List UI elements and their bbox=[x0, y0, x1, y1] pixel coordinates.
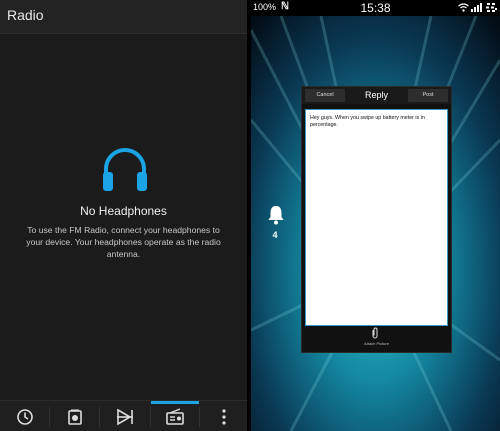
scan-button[interactable] bbox=[100, 401, 150, 431]
home-screen: 100% ℕ 15:38 4 Cancel Reply Post Hey guy… bbox=[251, 0, 500, 431]
bottom-action-bar bbox=[0, 400, 247, 431]
reply-text-field[interactable]: Hey guys. When you swipe up battery mete… bbox=[305, 109, 448, 326]
blackberry-logo-icon bbox=[486, 3, 497, 12]
message-title: No Headphones bbox=[80, 204, 167, 218]
reply-text: Hey guys. When you swipe up battery mete… bbox=[310, 115, 425, 128]
reply-header: Cancel Reply Post bbox=[302, 87, 451, 104]
app-title: Radio bbox=[7, 7, 44, 23]
overflow-menu-button[interactable] bbox=[200, 401, 247, 431]
bell-icon[interactable] bbox=[267, 205, 285, 225]
overflow-menu-icon bbox=[221, 408, 226, 425]
reply-composer: Cancel Reply Post Hey guys. When you swi… bbox=[301, 86, 452, 353]
scan-icon bbox=[117, 408, 133, 425]
stations-icon bbox=[67, 409, 82, 425]
cancel-button[interactable]: Cancel bbox=[305, 89, 345, 102]
radio-tab-button[interactable] bbox=[151, 401, 199, 431]
history-button[interactable] bbox=[0, 401, 49, 431]
message-body: To use the FM Radio, connect your headph… bbox=[26, 225, 221, 259]
signal-icon bbox=[471, 3, 482, 12]
paperclip-icon[interactable] bbox=[371, 327, 379, 339]
title-bar: Radio bbox=[0, 0, 247, 34]
reply-title: Reply bbox=[364, 90, 388, 100]
attach-picture-label[interactable]: Attach Picture bbox=[302, 341, 451, 346]
wifi-icon bbox=[458, 3, 469, 12]
headphones-icon bbox=[103, 148, 147, 191]
post-button[interactable]: Post bbox=[408, 89, 448, 102]
notification-count: 4 bbox=[272, 230, 278, 240]
radio-app: Radio No Headphones To use the FM Radio,… bbox=[0, 0, 247, 431]
status-bar: 100% ℕ 15:38 bbox=[251, 0, 500, 16]
radio-icon bbox=[166, 407, 184, 425]
history-icon bbox=[16, 408, 33, 425]
stations-button[interactable] bbox=[50, 401, 99, 431]
